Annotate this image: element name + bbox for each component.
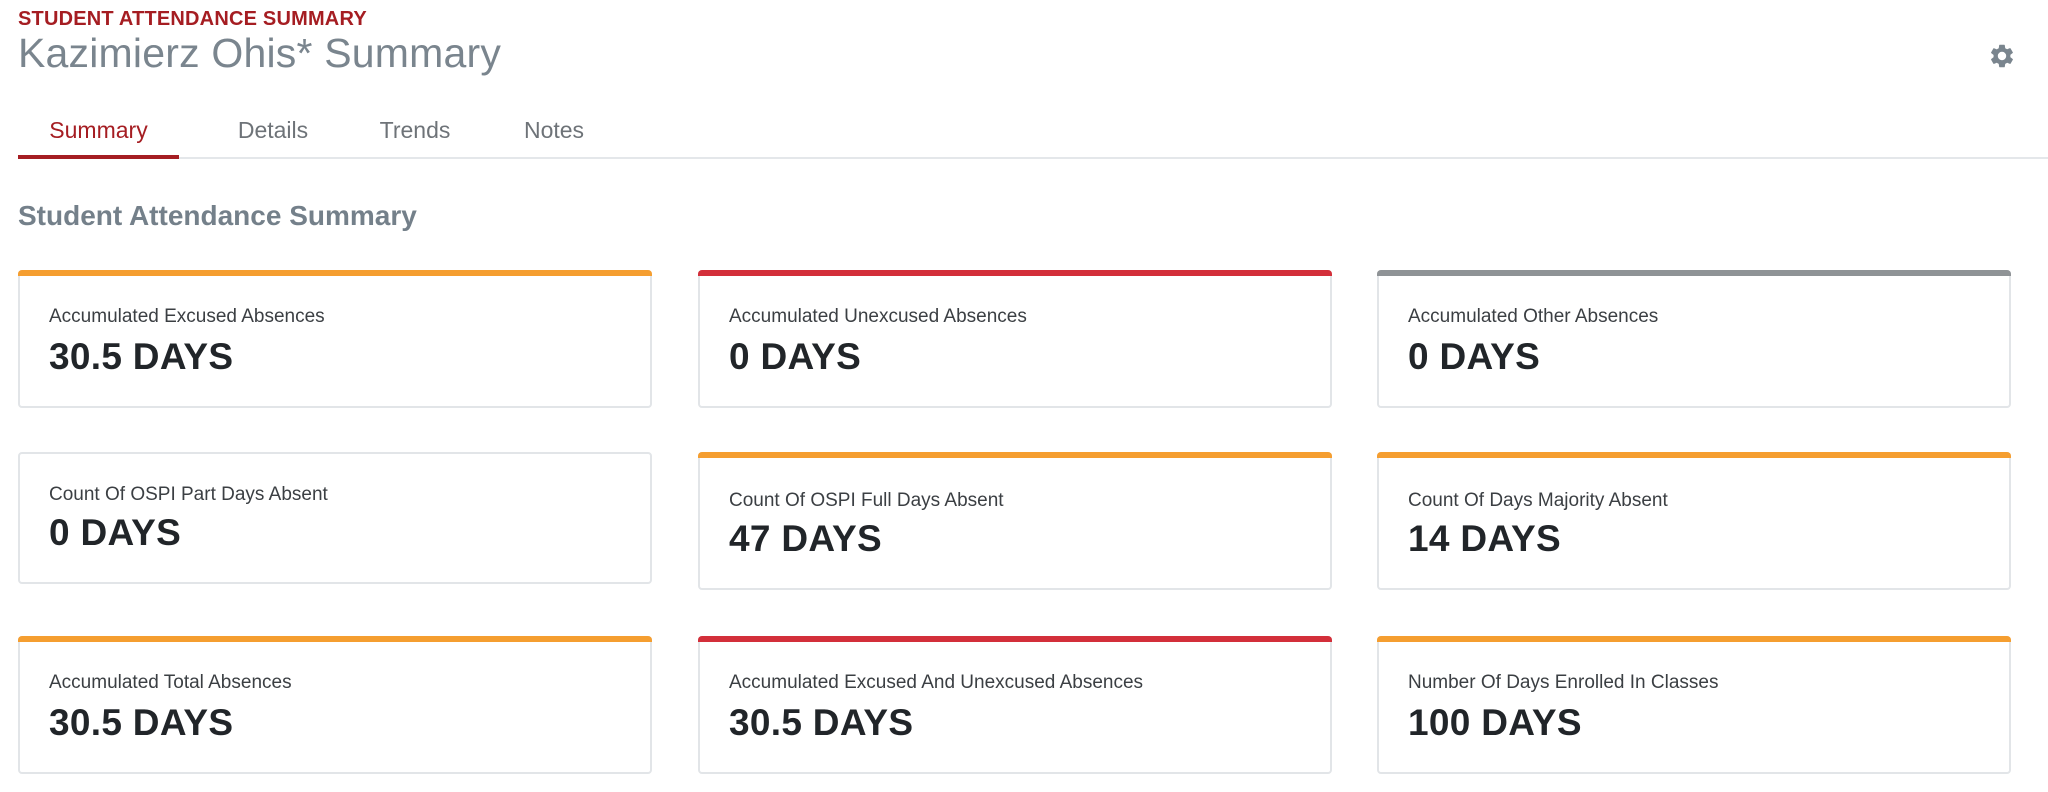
- page-title: Kazimierz Ohis* Summary: [18, 30, 502, 76]
- attendance-summary-page: STUDENT ATTENDANCE SUMMARY Kazimierz Ohi…: [0, 0, 2048, 792]
- card-value: 0 DAYS: [49, 512, 182, 553]
- card-label: Accumulated Unexcused Absences: [729, 306, 1027, 327]
- card-value: 0 DAYS: [1408, 336, 1541, 377]
- status-bar: [698, 452, 1332, 458]
- card-excused-and-unexcused-absences: Accumulated Excused And Unexcused Absenc…: [698, 636, 1332, 774]
- gear-icon[interactable]: [1988, 42, 2016, 70]
- card-value: 30.5 DAYS: [49, 336, 234, 377]
- card-value: 0 DAYS: [729, 336, 862, 377]
- card-label: Accumulated Other Absences: [1408, 306, 1659, 327]
- card-ospi-part-days-absent: Count Of OSPI Part Days Absent 0 DAYS: [18, 452, 652, 584]
- card-label: Number Of Days Enrolled In Classes: [1408, 672, 1719, 693]
- card-value: 47 DAYS: [729, 518, 882, 559]
- card-label: Count Of OSPI Full Days Absent: [729, 490, 1004, 511]
- section-title: Student Attendance Summary: [18, 200, 417, 231]
- status-bar: [1377, 270, 2011, 276]
- status-bar: [1377, 636, 2011, 642]
- card-label: Accumulated Excused Absences: [49, 306, 325, 327]
- card-label: Accumulated Total Absences: [49, 672, 292, 693]
- status-bar: [698, 270, 1332, 276]
- status-bar: [18, 270, 652, 276]
- card-days-majority-absent: Count Of Days Majority Absent 14 DAYS: [1377, 452, 2011, 590]
- card-days-enrolled-in-classes: Number Of Days Enrolled In Classes 100 D…: [1377, 636, 2011, 774]
- card-accumulated-other-absences: Accumulated Other Absences 0 DAYS: [1377, 270, 2011, 408]
- status-bar: [18, 636, 652, 642]
- card-value: 100 DAYS: [1408, 702, 1582, 743]
- card-label: Accumulated Excused And Unexcused Absenc…: [729, 672, 1144, 693]
- page-eyebrow: STUDENT ATTENDANCE SUMMARY: [18, 8, 367, 30]
- tab-notes[interactable]: Notes: [499, 102, 609, 159]
- status-bar: [698, 636, 1332, 642]
- card-value: 30.5 DAYS: [49, 702, 234, 743]
- card-accumulated-total-absences: Accumulated Total Absences 30.5 DAYS: [18, 636, 652, 774]
- tab-details[interactable]: Details: [213, 102, 333, 159]
- card-accumulated-unexcused-absences: Accumulated Unexcused Absences 0 DAYS: [698, 270, 1332, 408]
- card-ospi-full-days-absent: Count Of OSPI Full Days Absent 47 DAYS: [698, 452, 1332, 590]
- tab-summary[interactable]: Summary: [18, 102, 179, 159]
- card-value: 30.5 DAYS: [729, 702, 914, 743]
- card-label: Count Of OSPI Part Days Absent: [49, 484, 328, 505]
- card-value: 14 DAYS: [1408, 518, 1561, 559]
- tab-bar: Summary Details Trends Notes: [18, 102, 2048, 159]
- status-bar: [1377, 452, 2011, 458]
- card-accumulated-excused-absences: Accumulated Excused Absences 30.5 DAYS: [18, 270, 652, 408]
- card-label: Count Of Days Majority Absent: [1408, 490, 1668, 511]
- tab-trends[interactable]: Trends: [360, 102, 470, 159]
